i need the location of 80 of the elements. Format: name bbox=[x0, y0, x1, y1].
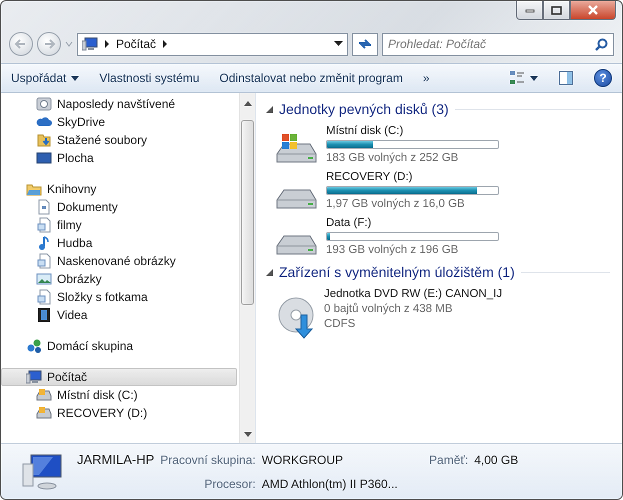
drive-name[interactable]: RECOVERY (D:) bbox=[326, 170, 499, 185]
sidebar-item[interactable]: Dokumenty bbox=[1, 198, 237, 216]
sidebar-item[interactable]: Složky s fotkama bbox=[1, 288, 237, 306]
document-icon bbox=[36, 199, 52, 215]
close-icon bbox=[587, 5, 599, 15]
field-value: AMD Athlon(tm) II P360... bbox=[262, 476, 399, 493]
computer-icon bbox=[82, 36, 98, 52]
sidebar-item[interactable]: Videa bbox=[1, 306, 237, 324]
sidebar-item[interactable]: Plocha bbox=[1, 149, 237, 167]
organize-menu-button[interactable]: Uspořádat bbox=[11, 69, 80, 87]
caret-icon bbox=[530, 76, 538, 80]
refresh-button[interactable] bbox=[352, 32, 378, 56]
minimize-button[interactable] bbox=[516, 1, 543, 20]
view-options-button[interactable] bbox=[509, 70, 538, 86]
section-header[interactable]: Jednotky pevných disků (3) bbox=[279, 99, 449, 120]
scroll-down-icon bbox=[244, 432, 252, 437]
close-button[interactable] bbox=[570, 1, 616, 20]
sidebar-item[interactable]: Místní disk (C:) bbox=[1, 386, 237, 404]
field-label: Procesor: bbox=[203, 476, 256, 493]
forward-button[interactable] bbox=[37, 32, 61, 56]
field-value: WORKGROUP bbox=[262, 452, 344, 469]
sidebar-item[interactable]: Stažené soubory bbox=[1, 131, 237, 149]
view-list-icon bbox=[509, 70, 525, 86]
library-icon bbox=[36, 217, 52, 233]
vertical-scrollbar[interactable] bbox=[239, 93, 255, 443]
toolbar-button[interactable]: Vlastnosti systému bbox=[99, 69, 200, 87]
hard-drive-icon bbox=[36, 387, 52, 403]
preview-pane-button[interactable] bbox=[558, 70, 574, 86]
free-space-text: 193 GB volných z 196 GB bbox=[326, 243, 460, 258]
maximize-icon bbox=[551, 6, 562, 14]
sidebar-item[interactable]: RECOVERY (D:) bbox=[1, 404, 237, 422]
download-folder-icon bbox=[36, 132, 52, 148]
sidebar-item[interactable]: Obrázky bbox=[1, 270, 237, 288]
sidebar-item[interactable]: Naposledy navštívené bbox=[1, 95, 237, 113]
sidebar-item[interactable]: Počítač bbox=[1, 368, 237, 386]
file-system-text: CDFS bbox=[324, 317, 356, 332]
homegroup-icon bbox=[26, 338, 42, 354]
breadcrumb-arrow-icon bbox=[104, 40, 110, 48]
minimize-icon bbox=[524, 7, 534, 13]
back-button[interactable] bbox=[9, 32, 33, 56]
library-icon bbox=[36, 253, 52, 269]
recent-places-icon bbox=[36, 96, 52, 112]
sidebar-item[interactable]: SkyDrive bbox=[1, 113, 237, 131]
film-icon bbox=[36, 307, 52, 323]
drive-name[interactable]: Jednotka DVD RW (E:) CANON_IJ bbox=[324, 287, 502, 302]
search-field[interactable]: Prohledat: Počítač bbox=[382, 32, 614, 56]
sidebar-item[interactable]: Hudba bbox=[1, 234, 237, 252]
picture-icon bbox=[36, 271, 52, 287]
field-label: Paměť: bbox=[429, 452, 468, 469]
computer-icon bbox=[26, 369, 42, 385]
field-label: Pracovní skupina: bbox=[160, 452, 256, 469]
toolbar-button[interactable]: Odinstalovat nebo změnit program bbox=[219, 69, 403, 87]
library-icon bbox=[36, 289, 52, 305]
dropdown-caret-icon bbox=[334, 41, 343, 47]
recent-pages-caret-icon bbox=[65, 40, 73, 48]
computer-name: JARMILA-HP bbox=[77, 451, 154, 470]
sidebar-item[interactable]: Domácí skupina bbox=[1, 337, 237, 355]
search-icon bbox=[595, 38, 608, 50]
sidebar-item[interactable]: Knihovny bbox=[1, 180, 237, 198]
desktop-icon bbox=[36, 150, 52, 166]
drive-name[interactable]: Data (F:) bbox=[326, 216, 499, 231]
toolbar-button[interactable]: » bbox=[422, 69, 430, 87]
caret-icon bbox=[71, 76, 80, 80]
preview-pane-icon bbox=[558, 70, 574, 86]
address-bar[interactable]: Počítač bbox=[77, 32, 348, 56]
scroll-up-icon bbox=[244, 101, 252, 106]
breadcrumb[interactable]: Počítač bbox=[116, 35, 156, 53]
sidebar-item[interactable]: Naskenované obrázky bbox=[1, 252, 237, 270]
breadcrumb-arrow-icon bbox=[162, 40, 168, 48]
field-value: 4,00 GB bbox=[474, 452, 518, 469]
help-button[interactable]: ? bbox=[594, 69, 612, 87]
maximize-button[interactable] bbox=[543, 1, 570, 20]
refresh-icon bbox=[357, 37, 373, 51]
free-space-text: 1,97 GB volných z 16,0 GB bbox=[326, 197, 466, 212]
sidebar-item[interactable]: filmy bbox=[1, 216, 237, 234]
free-space-text: 0 bajtů volných z 438 MB bbox=[324, 302, 454, 317]
drive-name[interactable]: Místní disk (C:) bbox=[326, 124, 499, 139]
free-space-text: 183 GB volných z 252 GB bbox=[326, 151, 460, 166]
section-header[interactable]: Zařízení s vyměnitelným úložištěm (1) bbox=[279, 262, 515, 283]
hard-drive-icon bbox=[36, 405, 52, 421]
